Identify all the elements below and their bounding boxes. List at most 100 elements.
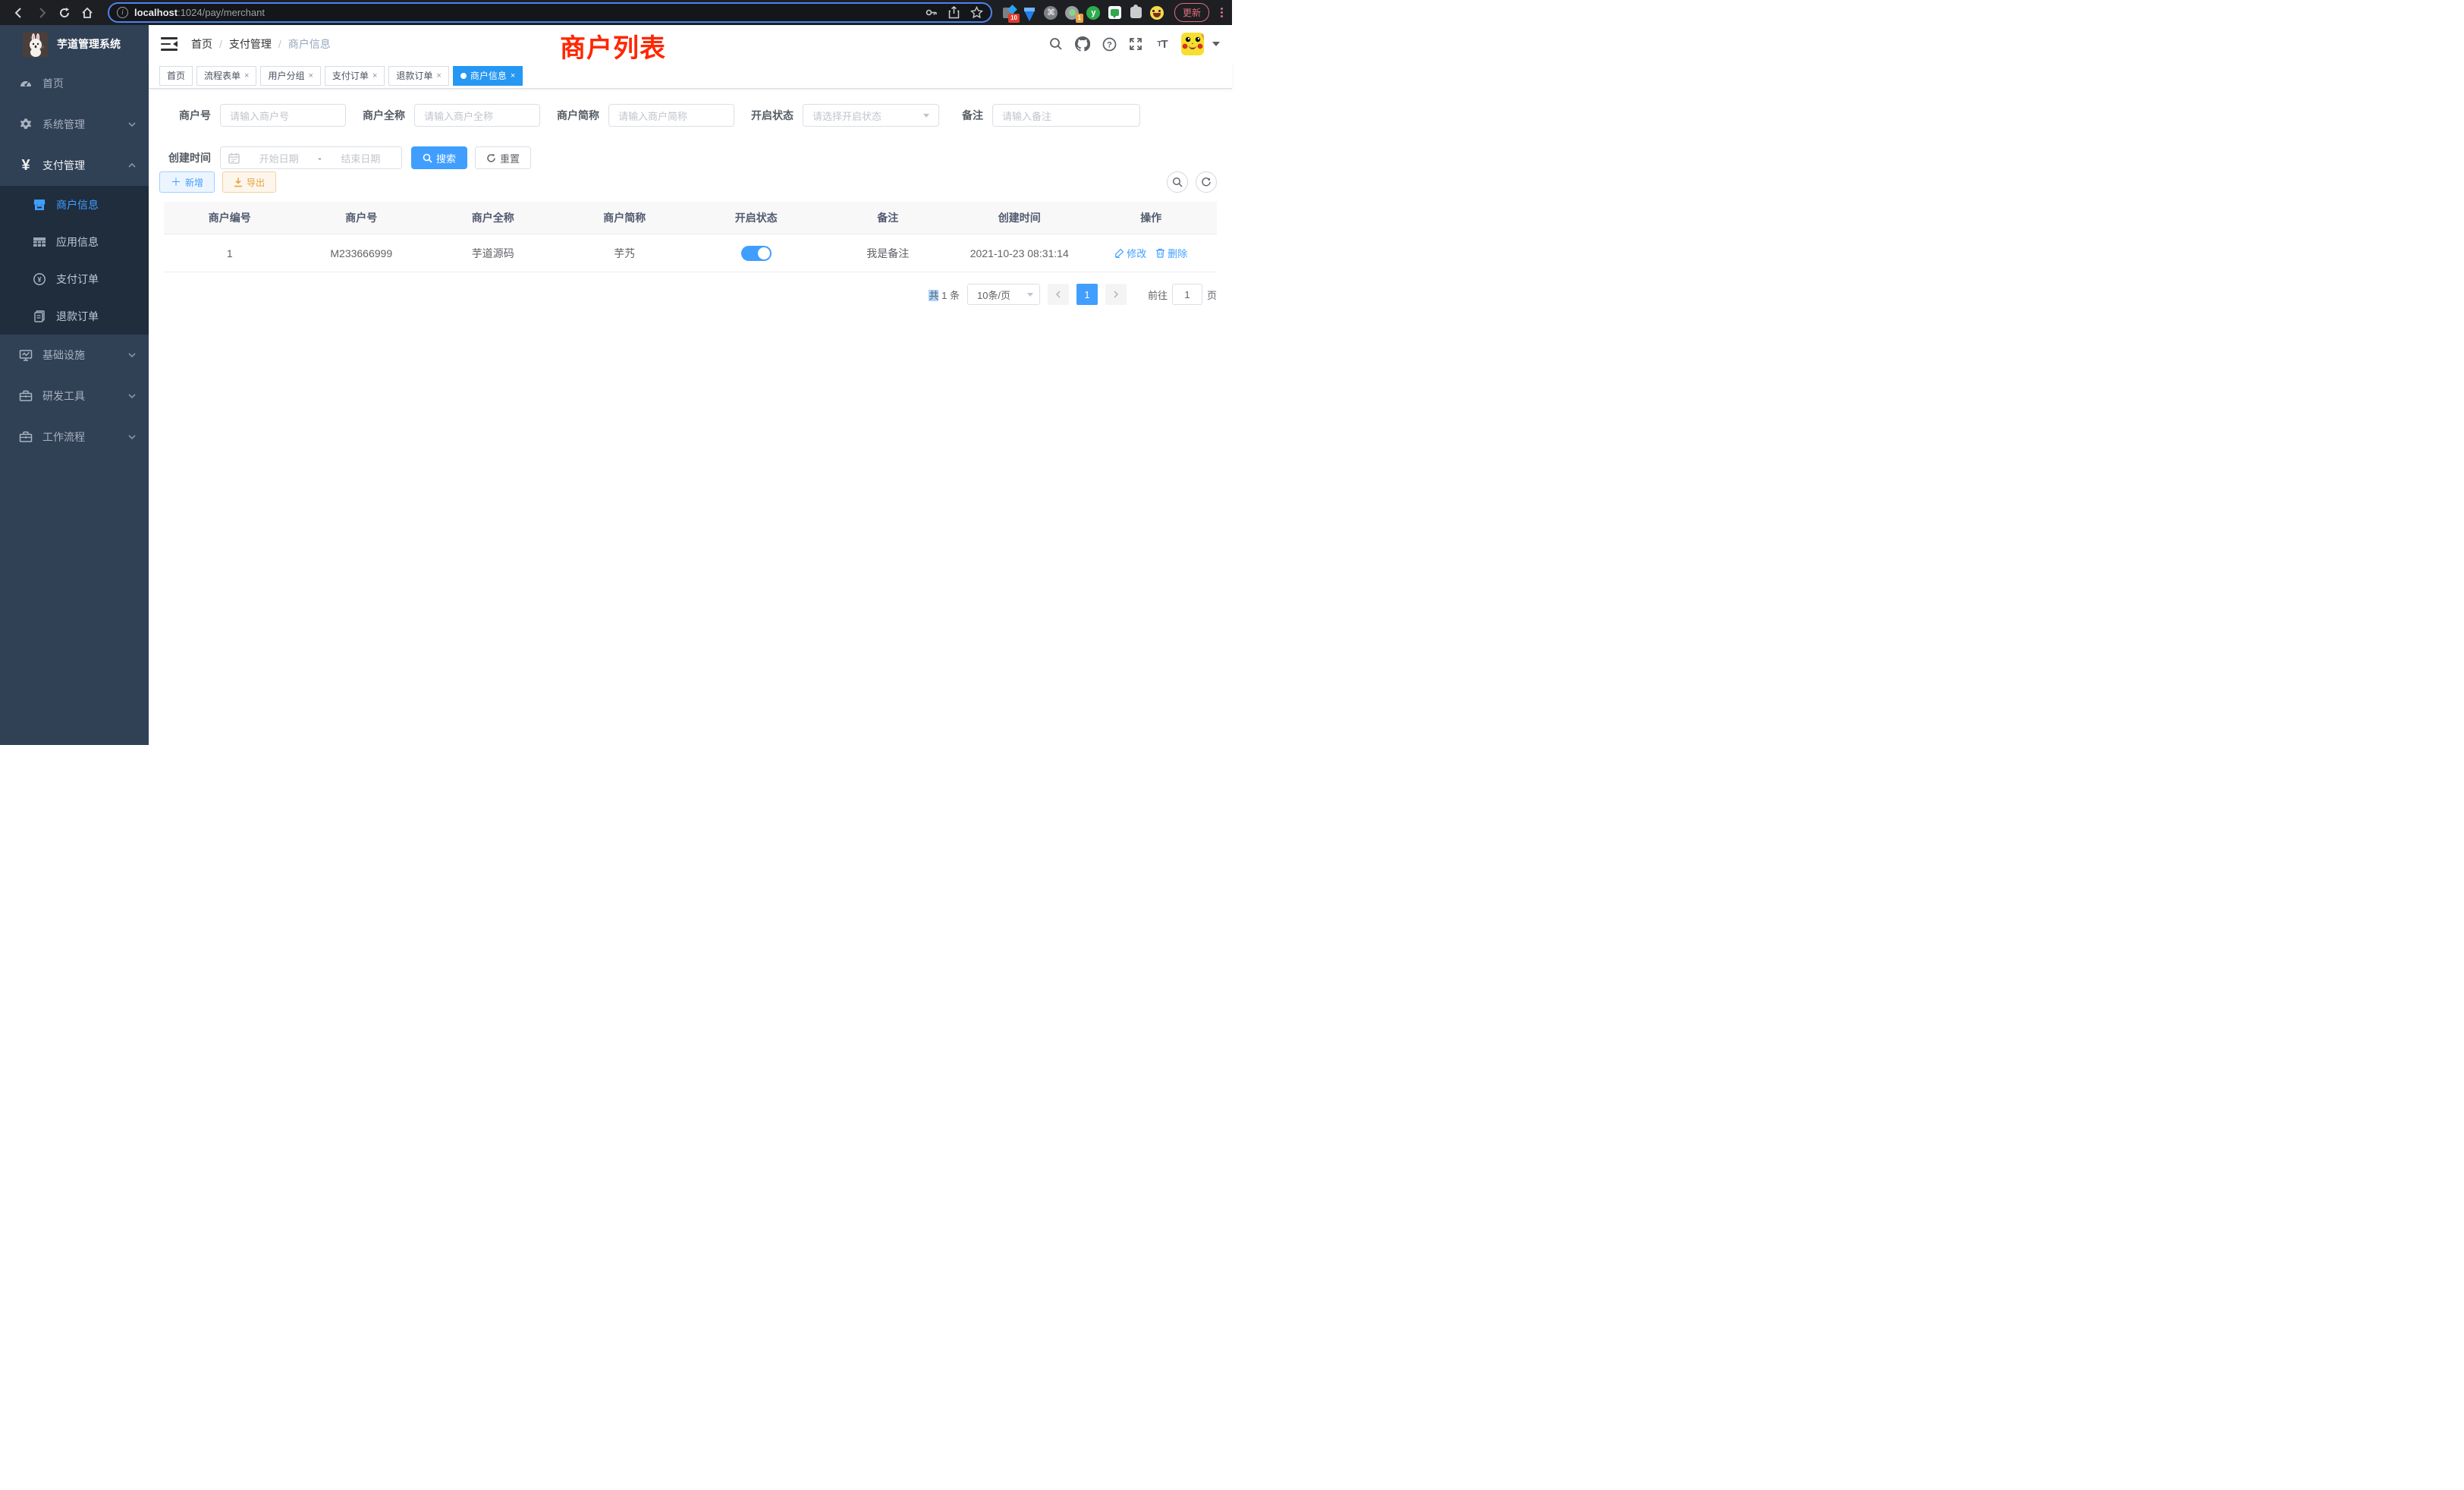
header-search-icon[interactable] (1048, 36, 1064, 52)
browser-back-icon[interactable] (8, 4, 30, 22)
dashboard-icon (17, 77, 35, 90)
tab-merchant-info[interactable]: 商户信息× (453, 66, 523, 86)
refresh-icon (1201, 177, 1212, 187)
extension-cmd-icon[interactable]: ⌘ (1044, 5, 1058, 20)
chevron-down-icon (923, 114, 929, 118)
tab-pay-order[interactable]: 支付订单× (325, 66, 385, 86)
tab-user-group[interactable]: 用户分组× (260, 66, 320, 86)
sidebar-item-refund-order[interactable]: 退款订单 (0, 297, 149, 335)
calendar-icon (228, 152, 240, 164)
refresh-table-button[interactable] (1196, 171, 1217, 193)
breadcrumb: 首页 / 支付管理 / 商户信息 (191, 36, 331, 52)
sidebar-item-workflow[interactable]: 工作流程 (0, 417, 149, 457)
browser-menu-icon[interactable] (1221, 8, 1223, 17)
extension-recorder-icon[interactable]: 1 (1065, 5, 1080, 20)
user-avatar[interactable] (1181, 33, 1204, 55)
sidebar-collapse-icon[interactable] (161, 37, 178, 51)
address-bar[interactable]: i localhost:1024/pay/merchant (108, 2, 992, 23)
full-name-input[interactable]: 请输入商户全称 (414, 104, 540, 127)
page-size-select[interactable]: 10条/页 (967, 284, 1040, 305)
close-icon[interactable]: × (308, 71, 313, 80)
date-range-input[interactable]: 开始日期 - 结束日期 (220, 146, 402, 169)
breadcrumb-home[interactable]: 首页 (191, 36, 212, 52)
merchant-table: 商户编号 商户号 商户全称 商户简称 开启状态 备注 创建时间 操作 1 M23… (164, 202, 1217, 272)
prev-page-button[interactable] (1048, 284, 1069, 305)
sidebar-item-pay[interactable]: ¥ 支付管理 (0, 145, 149, 186)
gear-icon (17, 118, 35, 131)
sidebar-item-merchant-info[interactable]: 商户信息 (0, 186, 149, 223)
edit-button[interactable]: 修改 (1114, 246, 1146, 260)
remark-input[interactable]: 请输入备注 (992, 104, 1140, 127)
toggle-search-button[interactable] (1167, 171, 1188, 193)
add-button[interactable]: ＋ 新增 (159, 171, 215, 193)
pay-submenu: 商户信息 应用信息 ¥ 支付订单 (0, 186, 149, 335)
github-icon[interactable] (1075, 36, 1090, 52)
logo[interactable]: 芋道管理系统 (0, 25, 149, 63)
tab-home[interactable]: 首页 (159, 66, 193, 86)
cell-full-name: 芋道源码 (427, 246, 559, 261)
browser-toolbar: i localhost:1024/pay/merchant 10 ⌘ 1 y (0, 0, 1232, 25)
bookmark-star-icon[interactable] (970, 6, 983, 19)
goto-label: 前往 (1148, 288, 1168, 302)
browser-forward-icon[interactable] (30, 4, 53, 22)
merchant-no-input[interactable]: 请输入商户号 (220, 104, 346, 127)
site-info-icon[interactable]: i (117, 7, 128, 18)
short-name-input[interactable]: 请输入商户简称 (608, 104, 734, 127)
browser-reload-icon[interactable] (53, 4, 76, 22)
extensions-puzzle-icon[interactable] (1129, 5, 1143, 20)
extension-gem-icon[interactable] (1023, 5, 1037, 20)
edit-pen-icon (1114, 248, 1124, 258)
screen: i localhost:1024/pay/merchant 10 ⌘ 1 y (0, 0, 1232, 745)
refresh-icon (486, 153, 496, 163)
tab-refund-order[interactable]: 退款订单× (388, 66, 448, 86)
sidebar-item-pay-order[interactable]: ¥ 支付订单 (0, 260, 149, 297)
sidebar-item-system[interactable]: 系统管理 (0, 104, 149, 145)
close-icon[interactable]: × (511, 71, 515, 80)
fullscreen-icon[interactable] (1128, 36, 1143, 52)
close-icon[interactable]: × (372, 71, 377, 80)
breadcrumb-pay[interactable]: 支付管理 (229, 36, 272, 52)
chevron-up-icon (127, 161, 137, 170)
sidebar-item-infra[interactable]: 基础设施 (0, 335, 149, 376)
profile-emoji-avatar[interactable] (1150, 5, 1164, 20)
extension-chat-icon[interactable] (1108, 5, 1122, 20)
chevron-down-icon (127, 432, 137, 442)
svg-text:?: ? (1107, 40, 1112, 49)
close-icon[interactable]: × (436, 71, 441, 80)
export-button[interactable]: 导出 (222, 171, 276, 193)
short-name-label: 商户简称 (557, 108, 608, 123)
sidebar-item-home[interactable]: 首页 (0, 63, 149, 104)
active-dot (460, 73, 467, 79)
url-text[interactable]: localhost:1024/pay/merchant (134, 7, 925, 18)
table-row: 1 M233666999 芋道源码 芋艿 我是备注 2021-10-23 08:… (164, 234, 1217, 272)
help-icon[interactable]: ? (1102, 36, 1117, 52)
status-select[interactable]: 请选择开启状态 (803, 104, 939, 127)
share-icon[interactable] (948, 6, 960, 19)
delete-button[interactable]: 删除 (1155, 246, 1187, 260)
status-label: 开启状态 (751, 108, 803, 123)
extension-y-icon[interactable]: y (1086, 5, 1101, 20)
current-page-button[interactable]: 1 (1076, 284, 1098, 305)
password-key-icon[interactable] (925, 6, 938, 19)
search-button[interactable]: 搜索 (411, 146, 467, 169)
extension-grid-icon[interactable]: 10 (1001, 5, 1016, 20)
sidebar-item-dev-tools[interactable]: 研发工具 (0, 376, 149, 417)
avatar-dropdown-caret[interactable] (1212, 42, 1220, 46)
next-page-button[interactable] (1105, 284, 1127, 305)
tab-flow-form[interactable]: 流程表单× (196, 66, 256, 86)
svg-text:¥: ¥ (37, 275, 41, 283)
goto-page-input[interactable]: 1 (1172, 284, 1202, 305)
reset-button[interactable]: 重置 (475, 146, 531, 169)
close-icon[interactable]: × (244, 71, 249, 80)
table-toolbar: ＋ 新增 导出 (149, 171, 1232, 193)
table-header-row: 商户编号 商户号 商户全称 商户简称 开启状态 备注 创建时间 操作 (164, 202, 1217, 234)
status-toggle[interactable] (741, 246, 772, 261)
font-size-icon[interactable]: TT (1155, 36, 1170, 52)
browser-home-icon[interactable] (76, 4, 99, 22)
chrome-update-button[interactable]: 更新 (1174, 3, 1209, 22)
col-status: 开启状态 (690, 210, 822, 225)
col-actions: 操作 (1086, 210, 1218, 225)
col-merchant-no: 商户号 (296, 210, 428, 225)
col-short-name: 商户简称 (559, 210, 691, 225)
sidebar-item-app-info[interactable]: 应用信息 (0, 223, 149, 260)
